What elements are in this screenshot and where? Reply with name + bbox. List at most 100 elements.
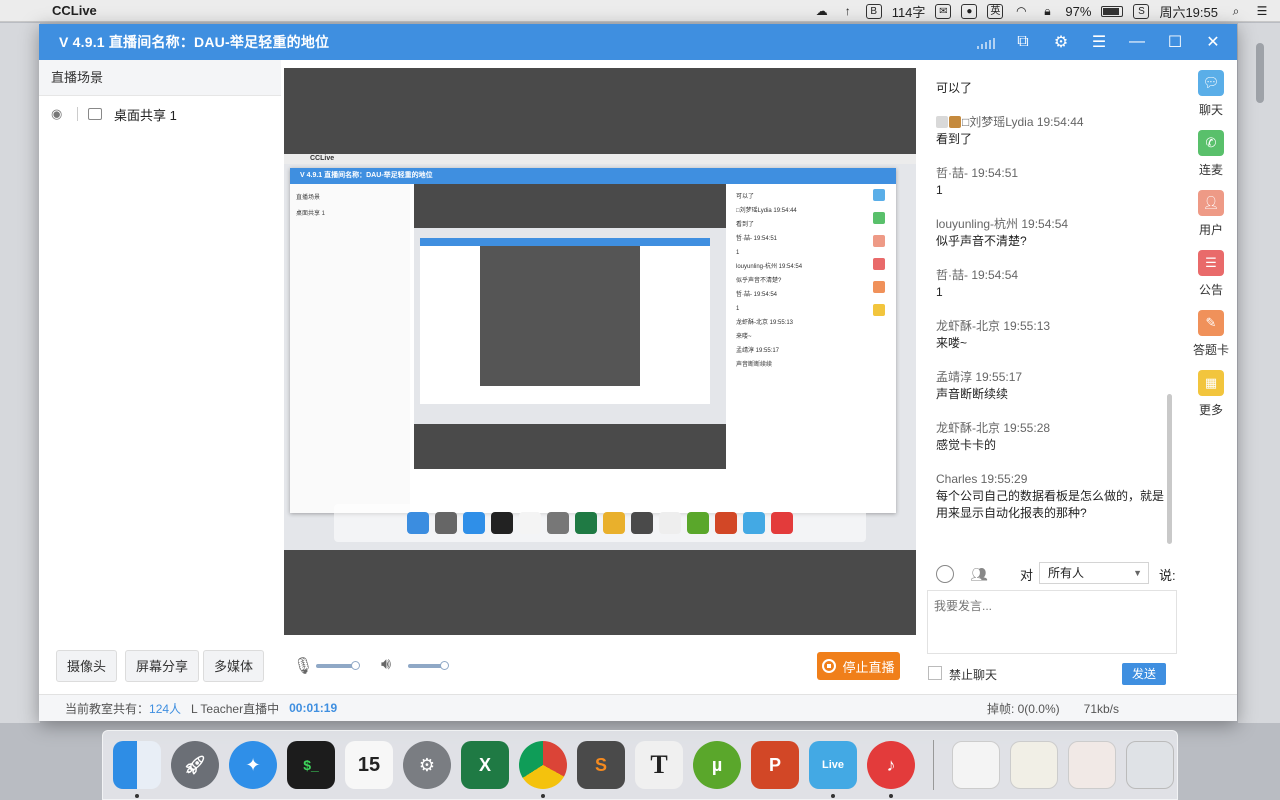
titlebar-controls: ⧉ ⚙ ☰ — ☐ ✕: [977, 24, 1223, 60]
to-label: 对: [1020, 568, 1034, 583]
menu-icon[interactable]: ☰: [1089, 32, 1109, 52]
mail-icon[interactable]: ✉: [935, 3, 952, 19]
document-icon[interactable]: [952, 741, 1000, 789]
emoji-picker-icon[interactable]: [936, 565, 954, 583]
screen-share-icon: [88, 108, 102, 120]
chat-scrollbar[interactable]: [1167, 394, 1172, 544]
cclive-cloud-icon[interactable]: Live: [809, 741, 857, 798]
emoji-icon: [949, 116, 961, 128]
input-method-indicator[interactable]: 英: [987, 3, 1004, 19]
preview-finder-icon: [407, 512, 429, 534]
preview-chat-icon: [873, 189, 885, 201]
user-icon: 👤︎: [1198, 190, 1224, 216]
sidebar-item-users[interactable]: 👤︎ 用户: [1185, 180, 1237, 240]
menubar-app-name[interactable]: CCLive: [52, 3, 97, 18]
microphone-volume-slider[interactable]: [316, 661, 360, 670]
preview-cclive-icon: [743, 512, 765, 534]
sidebar-item-co-host[interactable]: ✆ 连麦: [1185, 120, 1237, 180]
battery-icon[interactable]: [1101, 5, 1124, 17]
share-window-icon[interactable]: ⧉: [1013, 32, 1033, 52]
preview-sublime-icon: [631, 512, 653, 534]
system-preferences-gear-icon[interactable]: ⚙: [403, 741, 451, 789]
chat-input[interactable]: [927, 590, 1177, 654]
word-count[interactable]: 114字: [892, 2, 926, 21]
downloads-stack-icon[interactable]: [1068, 741, 1116, 789]
right-sidebar: 💬︎ 聊天 ✆ 连麦 👤︎ 用户 ☰ 公告 ✎ 答题卡 ▦ 更多: [1185, 60, 1237, 460]
menubar-clock[interactable]: 周六19:55: [1159, 2, 1218, 21]
notification-center-icon[interactable]: ☰: [1254, 3, 1270, 19]
cclive-window: V 4.9.1 直播间名称：DAU-举足轻重的地位 ⧉ ⚙ ☰ — ☐ ✕ 直播…: [39, 24, 1237, 721]
lock-icon[interactable]: 🔒︎: [1039, 3, 1055, 19]
chat-message-body: 感觉卡卡的: [936, 438, 997, 452]
trash-icon[interactable]: [1126, 741, 1174, 789]
send-button[interactable]: 发送: [1122, 663, 1166, 685]
preview-chat-line: 可以了: [736, 194, 755, 200]
b-app-icon[interactable]: B: [865, 3, 882, 19]
chrome-icon[interactable]: [519, 741, 567, 798]
chat-message-body: 看到了: [936, 132, 973, 146]
preview-nested-capture: [414, 228, 726, 424]
room-count: 124人: [149, 701, 182, 716]
calendar-icon[interactable]: 15: [345, 741, 393, 789]
maximize-icon[interactable]: ☐: [1165, 32, 1185, 52]
utorrent-icon[interactable]: µ: [693, 741, 741, 789]
chat-message-meta: □刘梦瑶Lydia 19:54:44: [936, 113, 1168, 131]
user-select-icon[interactable]: 👥︎: [970, 565, 988, 583]
speaker-volume-slider[interactable]: [408, 661, 449, 670]
microphone-slider-knob[interactable]: [351, 661, 360, 670]
camera-button[interactable]: 摄像头: [56, 650, 118, 682]
finder-icon[interactable]: [113, 741, 161, 798]
window-title: V 4.9.1 直播间名称：DAU-举足轻重的地位: [59, 34, 330, 50]
sublime-text-icon[interactable]: S: [577, 741, 625, 789]
upload-arrow-icon[interactable]: ↑: [840, 3, 856, 19]
chat-message-body: 1: [936, 285, 943, 299]
preview-chat-line: 似乎声音不清楚?: [736, 278, 782, 284]
chat-message-meta-text: 哲·喆- 19:54:54: [936, 268, 1019, 282]
chat-target-select[interactable]: 所有人 ▼: [1039, 562, 1149, 584]
chat-message-list[interactable]: 可以了 □刘梦瑶Lydia 19:54:44 看到了 哲·喆- 19:54:51…: [926, 60, 1178, 572]
launchpad-rocket-icon[interactable]: 🚀︎: [171, 741, 219, 789]
screen-share-button[interactable]: 屏幕分享: [125, 650, 200, 682]
netease-music-icon[interactable]: ♪: [867, 741, 915, 798]
announcement-icon: ☰: [1198, 250, 1224, 276]
screenshot-stack-icon[interactable]: [1010, 741, 1058, 789]
microphone-icon[interactable]: 🎙︎: [293, 656, 313, 676]
macos-menubar: CCLive ☁ ↑ B 114字 ✉ ● 英 ◠ 🔒︎ 97% S 周六19:…: [0, 0, 1280, 22]
sidebar-item-announcement[interactable]: ☰ 公告: [1185, 240, 1237, 300]
scene-item-desktop-share[interactable]: ◉ 桌面共享 1: [39, 98, 281, 130]
multimedia-button[interactable]: 多媒体: [203, 650, 265, 682]
preview-menubar: CCLive: [284, 154, 916, 164]
preview-chat-line: louyunling-杭州 19:54:54: [736, 264, 803, 270]
settings-gear-icon[interactable]: ⚙: [1051, 32, 1071, 52]
typora-icon[interactable]: T: [635, 741, 683, 789]
status-bar: 当前教室共有： 124人 L Teacher直播中 00:01:19 掉帧: 0…: [39, 694, 1237, 721]
s-app-icon[interactable]: S: [1133, 3, 1150, 19]
powerpoint-icon[interactable]: P: [751, 741, 799, 789]
speaker-icon[interactable]: 🔊︎: [381, 656, 391, 674]
minimize-icon[interactable]: —: [1127, 32, 1147, 52]
sidebar-item-more[interactable]: ▦ 更多: [1185, 360, 1237, 420]
sidebar-item-chat[interactable]: 💬︎ 聊天: [1185, 60, 1237, 120]
safari-compass-icon[interactable]: ✦: [229, 741, 277, 789]
chat-message-body: 每个公司自己的数据看板是怎么做的，就是用来显示自动化报表的那种?: [936, 489, 1165, 520]
sidebar-item-quiz[interactable]: ✎ 答题卡: [1185, 300, 1237, 360]
terminal-icon[interactable]: $_: [287, 741, 335, 789]
preview-chat: 可以了 □刘梦瑶Lydia 19:54:44 看到了 哲·喆- 19:54:51…: [730, 184, 858, 494]
speaker-slider-knob[interactable]: [440, 661, 449, 670]
spotlight-search-icon[interactable]: ⌕: [1228, 3, 1244, 19]
mute-chat-checkbox[interactable]: [928, 666, 942, 680]
emoji-icon: [936, 116, 948, 128]
preview-dock: [334, 504, 866, 542]
preview-excel-icon: [575, 512, 597, 534]
scene-item-label: 桌面共享 1: [114, 107, 177, 123]
stop-live-button[interactable]: 停止直播: [817, 652, 900, 680]
close-icon[interactable]: ✕: [1203, 32, 1223, 52]
wifi-icon[interactable]: ◠: [1013, 3, 1029, 19]
battery-percent[interactable]: 97%: [1065, 4, 1091, 19]
excel-icon[interactable]: X: [461, 741, 509, 789]
cloud-icon[interactable]: ☁: [814, 3, 830, 19]
running-indicator: [135, 794, 139, 798]
mic-status-icon[interactable]: ●: [961, 3, 978, 19]
eye-visibility-icon[interactable]: ◉: [51, 106, 71, 122]
preview-nested-preview: [414, 184, 726, 469]
